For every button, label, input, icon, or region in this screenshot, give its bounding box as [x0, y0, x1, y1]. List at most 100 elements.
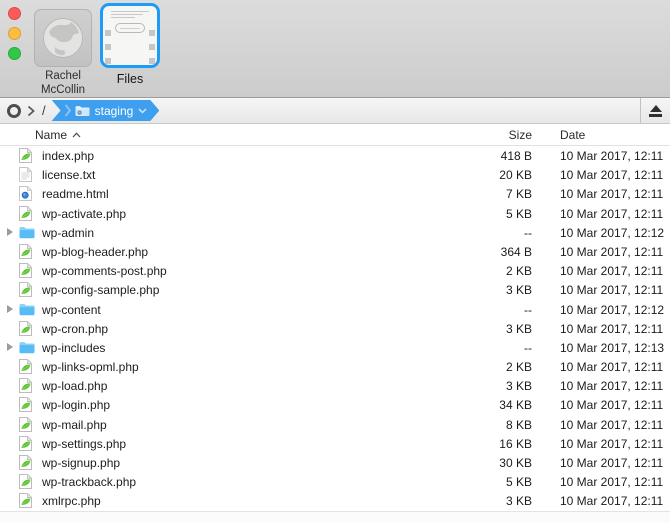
column-header-size[interactable]: Size	[509, 128, 532, 142]
file-type-icon	[19, 340, 35, 355]
file-size: 364 B	[501, 245, 532, 259]
file-row-wp-signup.php[interactable]: wp-signup.php 30 KB 10 Mar 2017, 12:11	[0, 453, 670, 472]
html-file-icon	[19, 186, 32, 201]
file-date: 10 Mar 2017, 12:11	[560, 437, 663, 451]
file-row-readme.html[interactable]: readme.html 7 KB 10 Mar 2017, 12:11	[0, 184, 670, 203]
file-row-wp-cron.php[interactable]: wp-cron.php 3 KB 10 Mar 2017, 12:11	[0, 319, 670, 338]
file-name: wp-load.php	[42, 379, 107, 393]
file-type-icon	[19, 359, 35, 374]
minimize-button[interactable]	[8, 27, 21, 40]
file-date: 10 Mar 2017, 12:13	[560, 341, 664, 355]
php-file-icon	[19, 282, 32, 297]
breadcrumb-current-folder[interactable]: staging	[52, 100, 160, 121]
file-row-wp-config-sample.php[interactable]: wp-config-sample.php 3 KB 10 Mar 2017, 1…	[0, 280, 670, 299]
file-row-license.txt[interactable]: license.txt 20 KB 10 Mar 2017, 12:11	[0, 165, 670, 184]
file-size: 5 KB	[506, 475, 532, 489]
tab-server-rachel-mccollin[interactable]: Rachel McCollin	[30, 9, 96, 97]
file-row-wp-comments-post.php[interactable]: wp-comments-post.php 2 KB 10 Mar 2017, 1…	[0, 261, 670, 280]
file-name: wp-activate.php	[42, 207, 126, 221]
path-bar-right	[640, 98, 670, 123]
file-date: 10 Mar 2017, 12:12	[560, 303, 664, 317]
column-header-date[interactable]: Date	[560, 128, 585, 142]
file-name: wp-signup.php	[42, 456, 120, 470]
file-name: license.txt	[42, 168, 95, 182]
crumb-separator-icon	[65, 104, 71, 117]
file-size: 2 KB	[506, 360, 532, 374]
file-type-icon	[19, 455, 35, 470]
disclosure-triangle-icon[interactable]	[7, 343, 13, 351]
file-size: --	[524, 226, 532, 240]
folder-badge-icon	[75, 105, 90, 117]
php-file-icon	[19, 378, 32, 393]
file-row-wp-login.php[interactable]: wp-login.php 34 KB 10 Mar 2017, 12:11	[0, 395, 670, 414]
file-size: 8 KB	[506, 418, 532, 432]
file-row-wp-trackback.php[interactable]: wp-trackback.php 5 KB 10 Mar 2017, 12:11	[0, 472, 670, 491]
path-bar: / staging	[0, 97, 670, 124]
file-row-wp-includes[interactable]: wp-includes -- 10 Mar 2017, 12:13	[0, 338, 670, 357]
disclosure-triangle-icon[interactable]	[7, 305, 13, 313]
file-date: 10 Mar 2017, 12:11	[560, 494, 663, 508]
window-chrome: Rachel McCollin Files	[0, 0, 670, 97]
file-type-icon	[19, 186, 35, 201]
file-size: 2 KB	[506, 264, 532, 278]
file-row-wp-blog-header.php[interactable]: wp-blog-header.php 364 B 10 Mar 2017, 12…	[0, 242, 670, 261]
file-date: 10 Mar 2017, 12:11	[560, 360, 663, 374]
file-type-icon	[19, 378, 35, 393]
eject-button[interactable]	[641, 104, 670, 117]
close-button[interactable]	[8, 7, 21, 20]
folder-icon	[19, 341, 35, 354]
file-type-icon	[19, 263, 35, 278]
file-row-wp-admin[interactable]: wp-admin -- 10 Mar 2017, 12:12	[0, 223, 670, 242]
file-row-wp-activate.php[interactable]: wp-activate.php 5 KB 10 Mar 2017, 12:11	[0, 204, 670, 223]
php-file-icon	[19, 321, 32, 336]
php-file-icon	[19, 493, 32, 508]
file-size: 30 KB	[499, 456, 532, 470]
file-row-wp-links-opml.php[interactable]: wp-links-opml.php 2 KB 10 Mar 2017, 12:1…	[0, 357, 670, 376]
sort-ascending-icon	[72, 132, 81, 138]
php-file-icon	[19, 148, 32, 163]
file-row-wp-content[interactable]: wp-content -- 10 Mar 2017, 12:12	[0, 300, 670, 319]
zoom-button[interactable]	[8, 47, 21, 60]
file-name: wp-links-opml.php	[42, 360, 139, 374]
chevron-right-icon	[27, 105, 35, 117]
folder-icon	[19, 303, 35, 316]
file-row-index.php[interactable]: index.php 418 B 10 Mar 2017, 12:11	[0, 146, 670, 165]
ftp-client-window: Rachel McCollin Files /	[0, 0, 670, 523]
column-header-name[interactable]: Name	[35, 128, 81, 142]
file-type-icon	[19, 436, 35, 451]
window-bottom-edge	[0, 511, 670, 523]
file-date: 10 Mar 2017, 12:11	[560, 418, 663, 432]
file-browser-icon	[100, 3, 160, 68]
php-file-icon	[19, 206, 32, 221]
file-size: 16 KB	[499, 437, 532, 451]
file-date: 10 Mar 2017, 12:11	[560, 168, 663, 182]
disclosure-triangle-icon[interactable]	[7, 228, 13, 236]
file-type-icon	[19, 225, 35, 240]
php-file-icon	[19, 397, 32, 412]
tab-files[interactable]: Files	[97, 3, 163, 87]
file-date: 10 Mar 2017, 12:11	[560, 398, 663, 412]
file-row-xmlrpc.php[interactable]: xmlrpc.php 3 KB 10 Mar 2017, 12:11	[0, 491, 670, 510]
file-date: 10 Mar 2017, 12:11	[560, 322, 663, 336]
file-size: 418 B	[501, 149, 532, 163]
text-file-icon	[19, 167, 32, 182]
file-name: wp-mail.php	[42, 418, 107, 432]
file-type-icon	[19, 321, 35, 336]
file-name: wp-cron.php	[42, 322, 108, 336]
file-date: 10 Mar 2017, 12:11	[560, 149, 663, 163]
folder-icon	[19, 226, 35, 239]
chevron-down-icon	[138, 108, 147, 114]
file-name: wp-comments-post.php	[42, 264, 167, 278]
eject-icon	[650, 105, 662, 112]
file-size: 7 KB	[506, 187, 532, 201]
file-type-icon	[19, 302, 35, 317]
file-row-wp-mail.php[interactable]: wp-mail.php 8 KB 10 Mar 2017, 12:11	[0, 415, 670, 434]
php-file-icon	[19, 417, 32, 432]
breadcrumb-root[interactable]: /	[42, 103, 46, 118]
history-ring-icon[interactable]	[7, 104, 21, 118]
file-row-wp-load.php[interactable]: wp-load.php 3 KB 10 Mar 2017, 12:11	[0, 376, 670, 395]
file-type-icon	[19, 397, 35, 412]
file-row-wp-settings.php[interactable]: wp-settings.php 16 KB 10 Mar 2017, 12:11	[0, 434, 670, 453]
php-file-icon	[19, 244, 32, 259]
file-name: index.php	[42, 149, 94, 163]
